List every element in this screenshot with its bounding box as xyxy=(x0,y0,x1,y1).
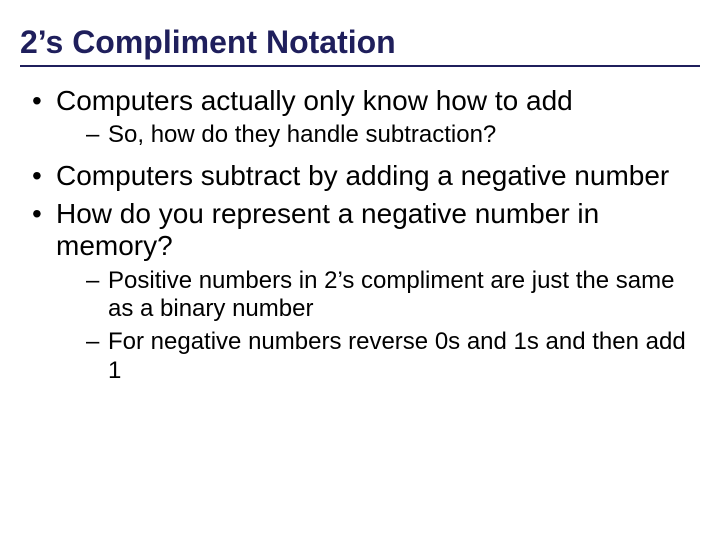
sub-bullet-item: So, how do they handle subtraction? xyxy=(86,121,690,150)
bullet-text: How do you represent a negative number i… xyxy=(56,198,599,261)
sub-bullet-text: For negative numbers reverse 0s and 1s a… xyxy=(108,328,686,384)
slide: 2’s Compliment Notation Computers actual… xyxy=(0,0,720,540)
sub-bullet-text: Positive numbers in 2’s compliment are j… xyxy=(108,267,674,323)
sub-bullet-list: So, how do they handle subtraction? xyxy=(56,121,690,150)
sub-bullet-list: Positive numbers in 2’s compliment are j… xyxy=(56,267,690,386)
sub-bullet-item: For negative numbers reverse 0s and 1s a… xyxy=(86,328,690,386)
bullet-text: Computers actually only know how to add xyxy=(56,85,573,116)
bullet-item: Computers subtract by adding a negative … xyxy=(28,160,690,192)
bullet-item: Computers actually only know how to add … xyxy=(28,85,690,150)
bullet-text: Computers subtract by adding a negative … xyxy=(56,160,669,191)
sub-bullet-text: So, how do they handle subtraction? xyxy=(108,121,496,148)
slide-title: 2’s Compliment Notation xyxy=(20,24,700,67)
bullet-list: Computers actually only know how to add … xyxy=(20,85,700,386)
bullet-item: How do you represent a negative number i… xyxy=(28,198,690,386)
sub-bullet-item: Positive numbers in 2’s compliment are j… xyxy=(86,267,690,325)
